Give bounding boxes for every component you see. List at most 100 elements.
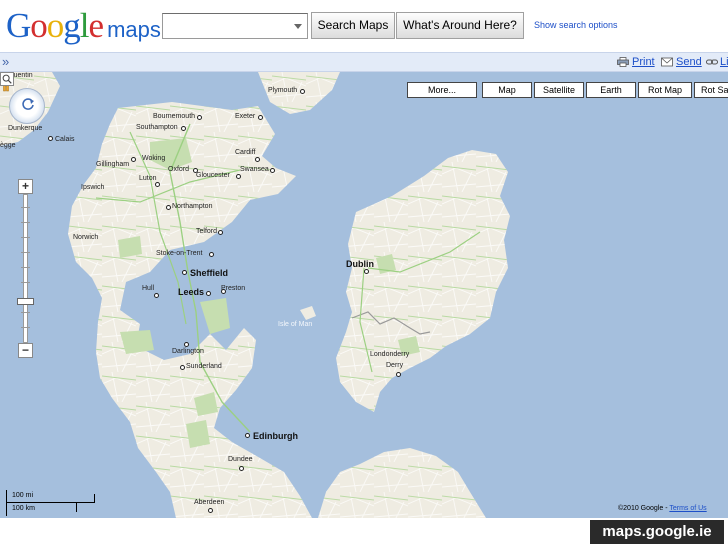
whats-around-button[interactable]: What's Around Here? — [396, 12, 524, 39]
terms-of-use-link[interactable]: Terms of Us — [669, 505, 706, 512]
city-marker[interactable] — [131, 157, 136, 162]
park-area — [186, 420, 210, 448]
city-marker[interactable] — [206, 291, 211, 296]
city-marker[interactable] — [245, 433, 250, 438]
dropdown-arrow-icon[interactable] — [294, 24, 302, 29]
city-marker[interactable] — [209, 252, 214, 257]
place-label[interactable]: Telford — [196, 228, 217, 235]
map-type-more-button[interactable]: More... — [407, 82, 477, 98]
map-type-earth-button[interactable]: Earth — [586, 82, 636, 98]
footer: maps.google.ie — [0, 518, 728, 546]
city-marker[interactable] — [181, 126, 186, 131]
isle-of-man-landmass — [300, 306, 316, 320]
place-label[interactable]: Sheffield — [190, 268, 228, 278]
place-label[interactable]: Darlington — [172, 348, 204, 355]
city-marker[interactable] — [270, 168, 275, 173]
map-type-map-button[interactable]: Map — [482, 82, 532, 98]
city-marker[interactable] — [258, 115, 263, 120]
place-label[interactable]: Luton — [139, 175, 157, 182]
logo-letter: G — [6, 6, 31, 45]
place-label[interactable]: Calais — [55, 136, 74, 143]
park-area — [120, 330, 154, 354]
city-marker[interactable] — [154, 293, 159, 298]
place-label[interactable]: Edinburgh — [253, 431, 298, 441]
city-marker[interactable] — [184, 342, 189, 347]
print-link[interactable]: Print — [632, 56, 655, 68]
link-link[interactable]: Li — [720, 56, 728, 68]
city-marker[interactable] — [364, 269, 369, 274]
place-label[interactable]: Northampton — [172, 203, 212, 210]
toolbar: » Print Send Li — [0, 52, 728, 72]
zoom-slider-thumb[interactable] — [17, 298, 34, 305]
map-type-rot-sat-button[interactable]: Rot Sa — [694, 82, 728, 98]
place-label[interactable]: Gillingham — [96, 161, 129, 168]
place-label[interactable]: Aberdeen — [194, 499, 224, 506]
scale-line — [6, 502, 94, 503]
place-label[interactable]: Dunkerque — [8, 125, 42, 132]
place-label[interactable]: Dublin — [346, 259, 374, 269]
place-label[interactable]: Leeds — [178, 287, 204, 297]
city-marker[interactable] — [218, 230, 223, 235]
city-marker[interactable] — [300, 89, 305, 94]
place-label[interactable]: Sunderland — [186, 363, 222, 370]
map-canvas[interactable]: nt-Quentin ègge Plymouth Bournemouth Exe… — [0, 72, 728, 518]
scale-km-label: 100 km — [12, 505, 35, 512]
city-marker[interactable] — [180, 365, 185, 370]
place-label[interactable]: Swansea — [240, 166, 269, 173]
zoom-tick — [21, 237, 30, 238]
zoom-slider-track[interactable] — [23, 194, 28, 343]
place-label[interactable]: Cardiff — [235, 149, 256, 156]
map-type-satellite-button[interactable]: Satellite — [534, 82, 584, 98]
zoom-in-button[interactable]: + — [18, 179, 33, 194]
place-label[interactable]: ègge — [0, 142, 16, 149]
city-marker[interactable] — [239, 466, 244, 471]
place-label[interactable]: Southampton — [136, 124, 178, 131]
city-marker[interactable] — [396, 372, 401, 377]
city-marker[interactable] — [255, 157, 260, 162]
place-label[interactable]: Stoke-on-Trent — [156, 250, 202, 257]
rotate-icon[interactable] — [20, 96, 36, 112]
park-area — [200, 298, 230, 334]
expand-panel-icon[interactable]: » — [2, 54, 9, 69]
logo-letter: l — [79, 6, 90, 45]
place-label[interactable]: Bournemouth — [153, 113, 195, 120]
send-link[interactable]: Send — [676, 56, 702, 68]
show-search-options-link[interactable]: Show search options — [534, 20, 618, 30]
place-label[interactable]: Londonderry — [370, 351, 409, 358]
zoom-tick — [21, 252, 30, 253]
place-label[interactable]: Preston — [221, 285, 245, 292]
zoom-tick — [21, 222, 30, 223]
city-marker[interactable] — [48, 136, 53, 141]
city-marker[interactable] — [182, 270, 187, 275]
place-label[interactable]: Oxford — [168, 166, 189, 173]
place-label[interactable]: Dundee — [228, 456, 253, 463]
place-label[interactable]: Norwich — [73, 234, 98, 241]
printer-icon[interactable] — [617, 57, 629, 67]
city-marker[interactable] — [236, 174, 241, 179]
google-maps-logo[interactable]: Google maps — [6, 6, 161, 46]
envelope-icon[interactable] — [661, 57, 673, 67]
zoom-out-button[interactable]: − — [18, 343, 33, 358]
place-label[interactable]: Ipswich — [81, 184, 104, 191]
search-maps-button[interactable]: Search Maps — [311, 12, 395, 39]
city-marker[interactable] — [208, 508, 213, 513]
place-label[interactable]: Plymouth — [268, 87, 297, 94]
city-marker[interactable] — [166, 205, 171, 210]
search-input[interactable] — [162, 13, 308, 39]
scale-bar: 100 mi 100 km — [6, 490, 96, 516]
magnifier-icon[interactable] — [0, 72, 14, 86]
site-url-badge: maps.google.ie — [590, 520, 724, 544]
place-label[interactable]: Exeter — [235, 113, 255, 120]
logo-letter: o — [46, 6, 64, 45]
place-label[interactable]: Gloucester — [196, 172, 230, 179]
city-marker[interactable] — [155, 182, 160, 187]
map-type-rot-map-button[interactable]: Rot Map — [638, 82, 692, 98]
city-marker[interactable] — [197, 115, 202, 120]
logo-maps-text: maps — [107, 17, 161, 42]
chain-link-icon[interactable] — [706, 57, 718, 67]
scale-tick — [76, 502, 77, 512]
place-label[interactable]: Hull — [142, 285, 154, 292]
place-label[interactable]: Isle of Man — [278, 321, 312, 328]
place-label[interactable]: Woking — [142, 155, 165, 162]
place-label[interactable]: Derry — [386, 362, 403, 369]
